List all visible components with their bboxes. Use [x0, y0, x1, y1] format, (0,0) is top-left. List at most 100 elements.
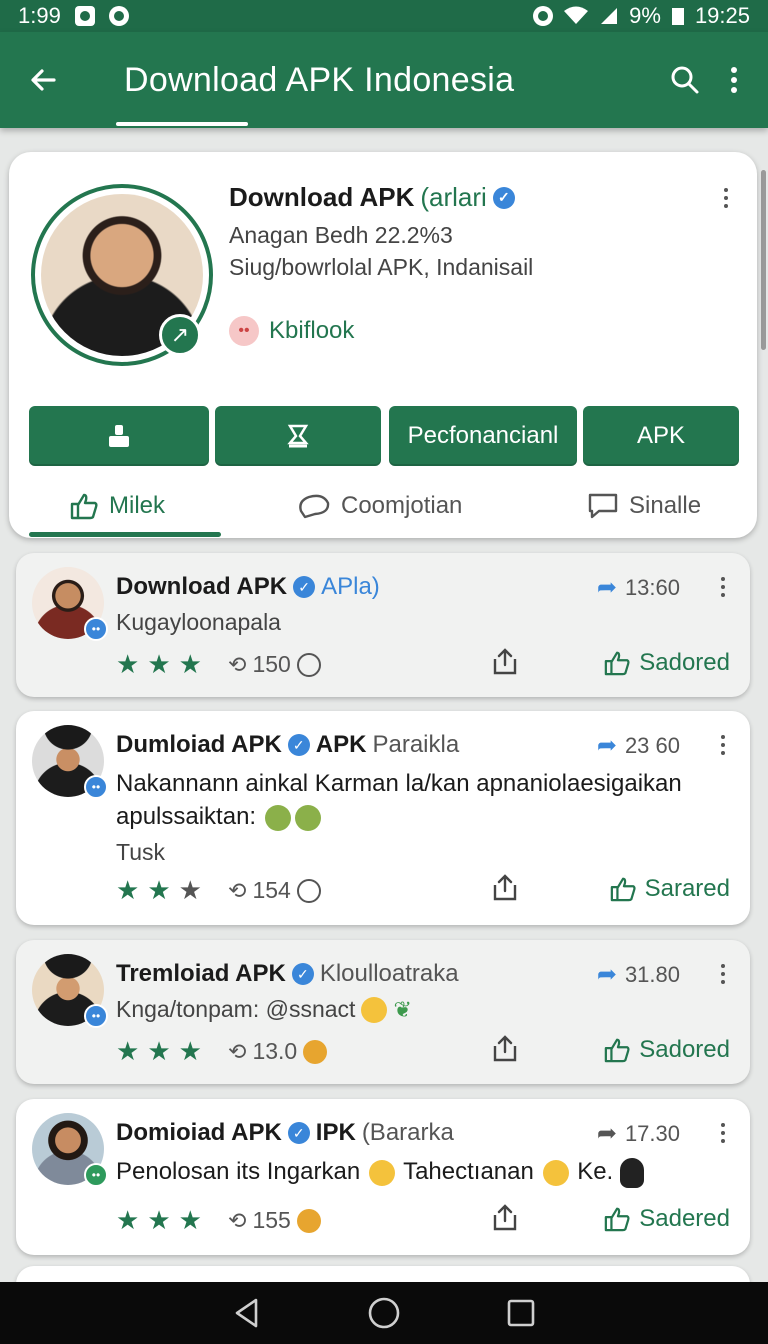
post-body: Penolosan its Ingarkan Tahectıanan Ke.: [116, 1155, 726, 1188]
profile-avatar[interactable]: ↗: [31, 184, 213, 366]
comment-icon: [299, 494, 330, 519]
repost-icon: ⟲: [228, 1038, 247, 1064]
star-icon: ★: [116, 1205, 140, 1235]
share-icon[interactable]: [490, 1034, 520, 1064]
repost-count[interactable]: ⟲ 150: [228, 651, 321, 678]
star-icon: ★: [178, 1205, 202, 1235]
avatar[interactable]: ••: [32, 954, 108, 1028]
star-icon: ★: [147, 649, 171, 679]
performance-button[interactable]: Pecfonancianl: [389, 406, 577, 466]
chat-badge-icon: ••: [84, 1004, 108, 1028]
profile-more-icon[interactable]: [719, 188, 733, 208]
post-more-icon[interactable]: [716, 1123, 730, 1143]
recents-nav-icon[interactable]: [506, 1298, 536, 1328]
post-more-icon[interactable]: [716, 735, 730, 755]
smile-emoji-icon: [361, 996, 388, 1023]
star-icon: ★: [178, 649, 202, 679]
star-icon: ★: [178, 1036, 202, 1066]
repost-arrow-icon: ➦: [596, 1120, 617, 1147]
emoji-reaction-icon: [303, 1039, 328, 1064]
scrollbar[interactable]: [761, 170, 766, 350]
apk-button[interactable]: APK: [583, 406, 739, 466]
person-icon: [109, 425, 129, 447]
search-icon[interactable]: [670, 65, 700, 95]
chat-badge-icon: ••: [84, 617, 108, 641]
post-more-icon[interactable]: [716, 964, 730, 984]
star-icon: ★: [147, 1205, 171, 1235]
signal-icon: [601, 8, 618, 24]
repost-arrow-icon: ➦: [596, 574, 617, 601]
saved-button[interactable]: Sarared: [609, 875, 730, 903]
repost-icon: ⟲: [228, 877, 247, 903]
share-icon[interactable]: [490, 1203, 520, 1233]
face-icon: ••: [229, 316, 259, 346]
chat-notification-icon: [108, 6, 129, 26]
verified-icon: ✓: [492, 186, 515, 209]
repost-count[interactable]: ⟲ 155: [228, 1207, 321, 1234]
at-icon: [296, 652, 321, 677]
post-subtitle: Knga/tonpam: @ssnact ❦: [116, 996, 412, 1023]
post-card[interactable]: •• Dumloiad APK ✓ APK Paraikla ➦ 23 60 N…: [16, 711, 750, 925]
verified-icon: ✓: [287, 1122, 310, 1144]
post-extra: Tusk: [116, 839, 165, 865]
repost-arrow-icon: ➦: [596, 732, 617, 759]
chat-badge-icon: ••: [84, 1163, 108, 1187]
saved-button[interactable]: Sadored: [603, 1036, 730, 1064]
avatar[interactable]: ••: [32, 725, 108, 799]
back-button[interactable]: [0, 32, 86, 128]
star-icon: ★: [116, 1036, 140, 1066]
saved-button[interactable]: Sadered: [603, 1205, 730, 1233]
smile-emoji-icon: [542, 1159, 569, 1186]
post-more-icon[interactable]: [716, 577, 730, 597]
post-meta: ➦ 31.80: [596, 961, 680, 988]
more-vert-icon[interactable]: [730, 65, 738, 95]
post-card[interactable]: •• Download APK ✓ APla) ➦ 13:60 Kugayloo…: [16, 553, 750, 697]
profile-name: Download APK (arlari ✓: [229, 182, 515, 213]
at-icon: [296, 878, 321, 903]
avatar[interactable]: ••: [32, 1113, 108, 1187]
app-bar: Download APK Indonesia: [0, 32, 768, 128]
wifi-icon: [564, 6, 589, 24]
status-time-right: 19:25: [694, 3, 750, 28]
system-nav-bar: [0, 1282, 768, 1344]
alarm-icon: [533, 6, 554, 26]
repost-count[interactable]: ⟲ 154: [228, 877, 321, 904]
thumbs-up-icon: [604, 1038, 630, 1063]
share-icon[interactable]: [490, 873, 520, 903]
profile-line-1: Anagan Bedh 22.2%3: [229, 222, 453, 248]
star-empty-icon: ★: [178, 875, 202, 905]
verified-icon: ✓: [293, 576, 316, 598]
share-badge-icon[interactable]: ↗: [159, 314, 201, 356]
verified-icon: ✓: [287, 734, 310, 756]
follow-button[interactable]: [29, 406, 209, 466]
share-icon[interactable]: [490, 647, 520, 677]
profile-link[interactable]: •• Kbiflook: [229, 316, 354, 346]
emoji-reaction-icon: [296, 1208, 321, 1233]
chat-badge-icon: ••: [84, 775, 108, 799]
back-nav-icon[interactable]: [232, 1297, 262, 1329]
post-meta: ➦ 13:60: [596, 574, 680, 601]
profile-line-2: Siug/bowrlolal APK, Indanisail: [229, 254, 534, 280]
rating-stars: ★ ★ ★: [116, 649, 202, 680]
rating-stars: ★ ★ ★: [116, 1036, 202, 1067]
tab-sinalle[interactable]: Sinalle: [587, 478, 701, 534]
post-header: Dumloiad APK ✓ APK Paraikla: [116, 731, 460, 758]
avatar[interactable]: ••: [32, 567, 108, 641]
repost-icon: ⟲: [228, 1207, 247, 1233]
thumbs-up-icon: [604, 1207, 630, 1232]
saved-button[interactable]: Sadored: [603, 649, 730, 677]
title-underline: [116, 122, 248, 126]
post-meta: ➦ 17.30: [596, 1120, 680, 1147]
home-nav-icon[interactable]: [367, 1296, 401, 1330]
post-card[interactable]: •• Domioiad APK ✓ IPK (Bararka ➦ 17.30 P…: [16, 1099, 750, 1255]
active-tab-indicator: [29, 532, 221, 537]
repost-count[interactable]: ⟲ 13.0: [228, 1038, 328, 1065]
post-card[interactable]: •• Tremloiad APK ✓ Kloulloatraka ➦ 31.80…: [16, 940, 750, 1084]
star-icon: ★: [116, 875, 140, 905]
photo-notification-icon: [74, 6, 95, 26]
tab-comments[interactable]: Coomjotian: [297, 478, 462, 534]
post-meta: ➦ 23 60: [596, 732, 680, 759]
tab-milek[interactable]: Milek: [69, 478, 165, 534]
trophy-button[interactable]: [215, 406, 381, 466]
plant-emoji-icon: ❦: [393, 996, 412, 1022]
